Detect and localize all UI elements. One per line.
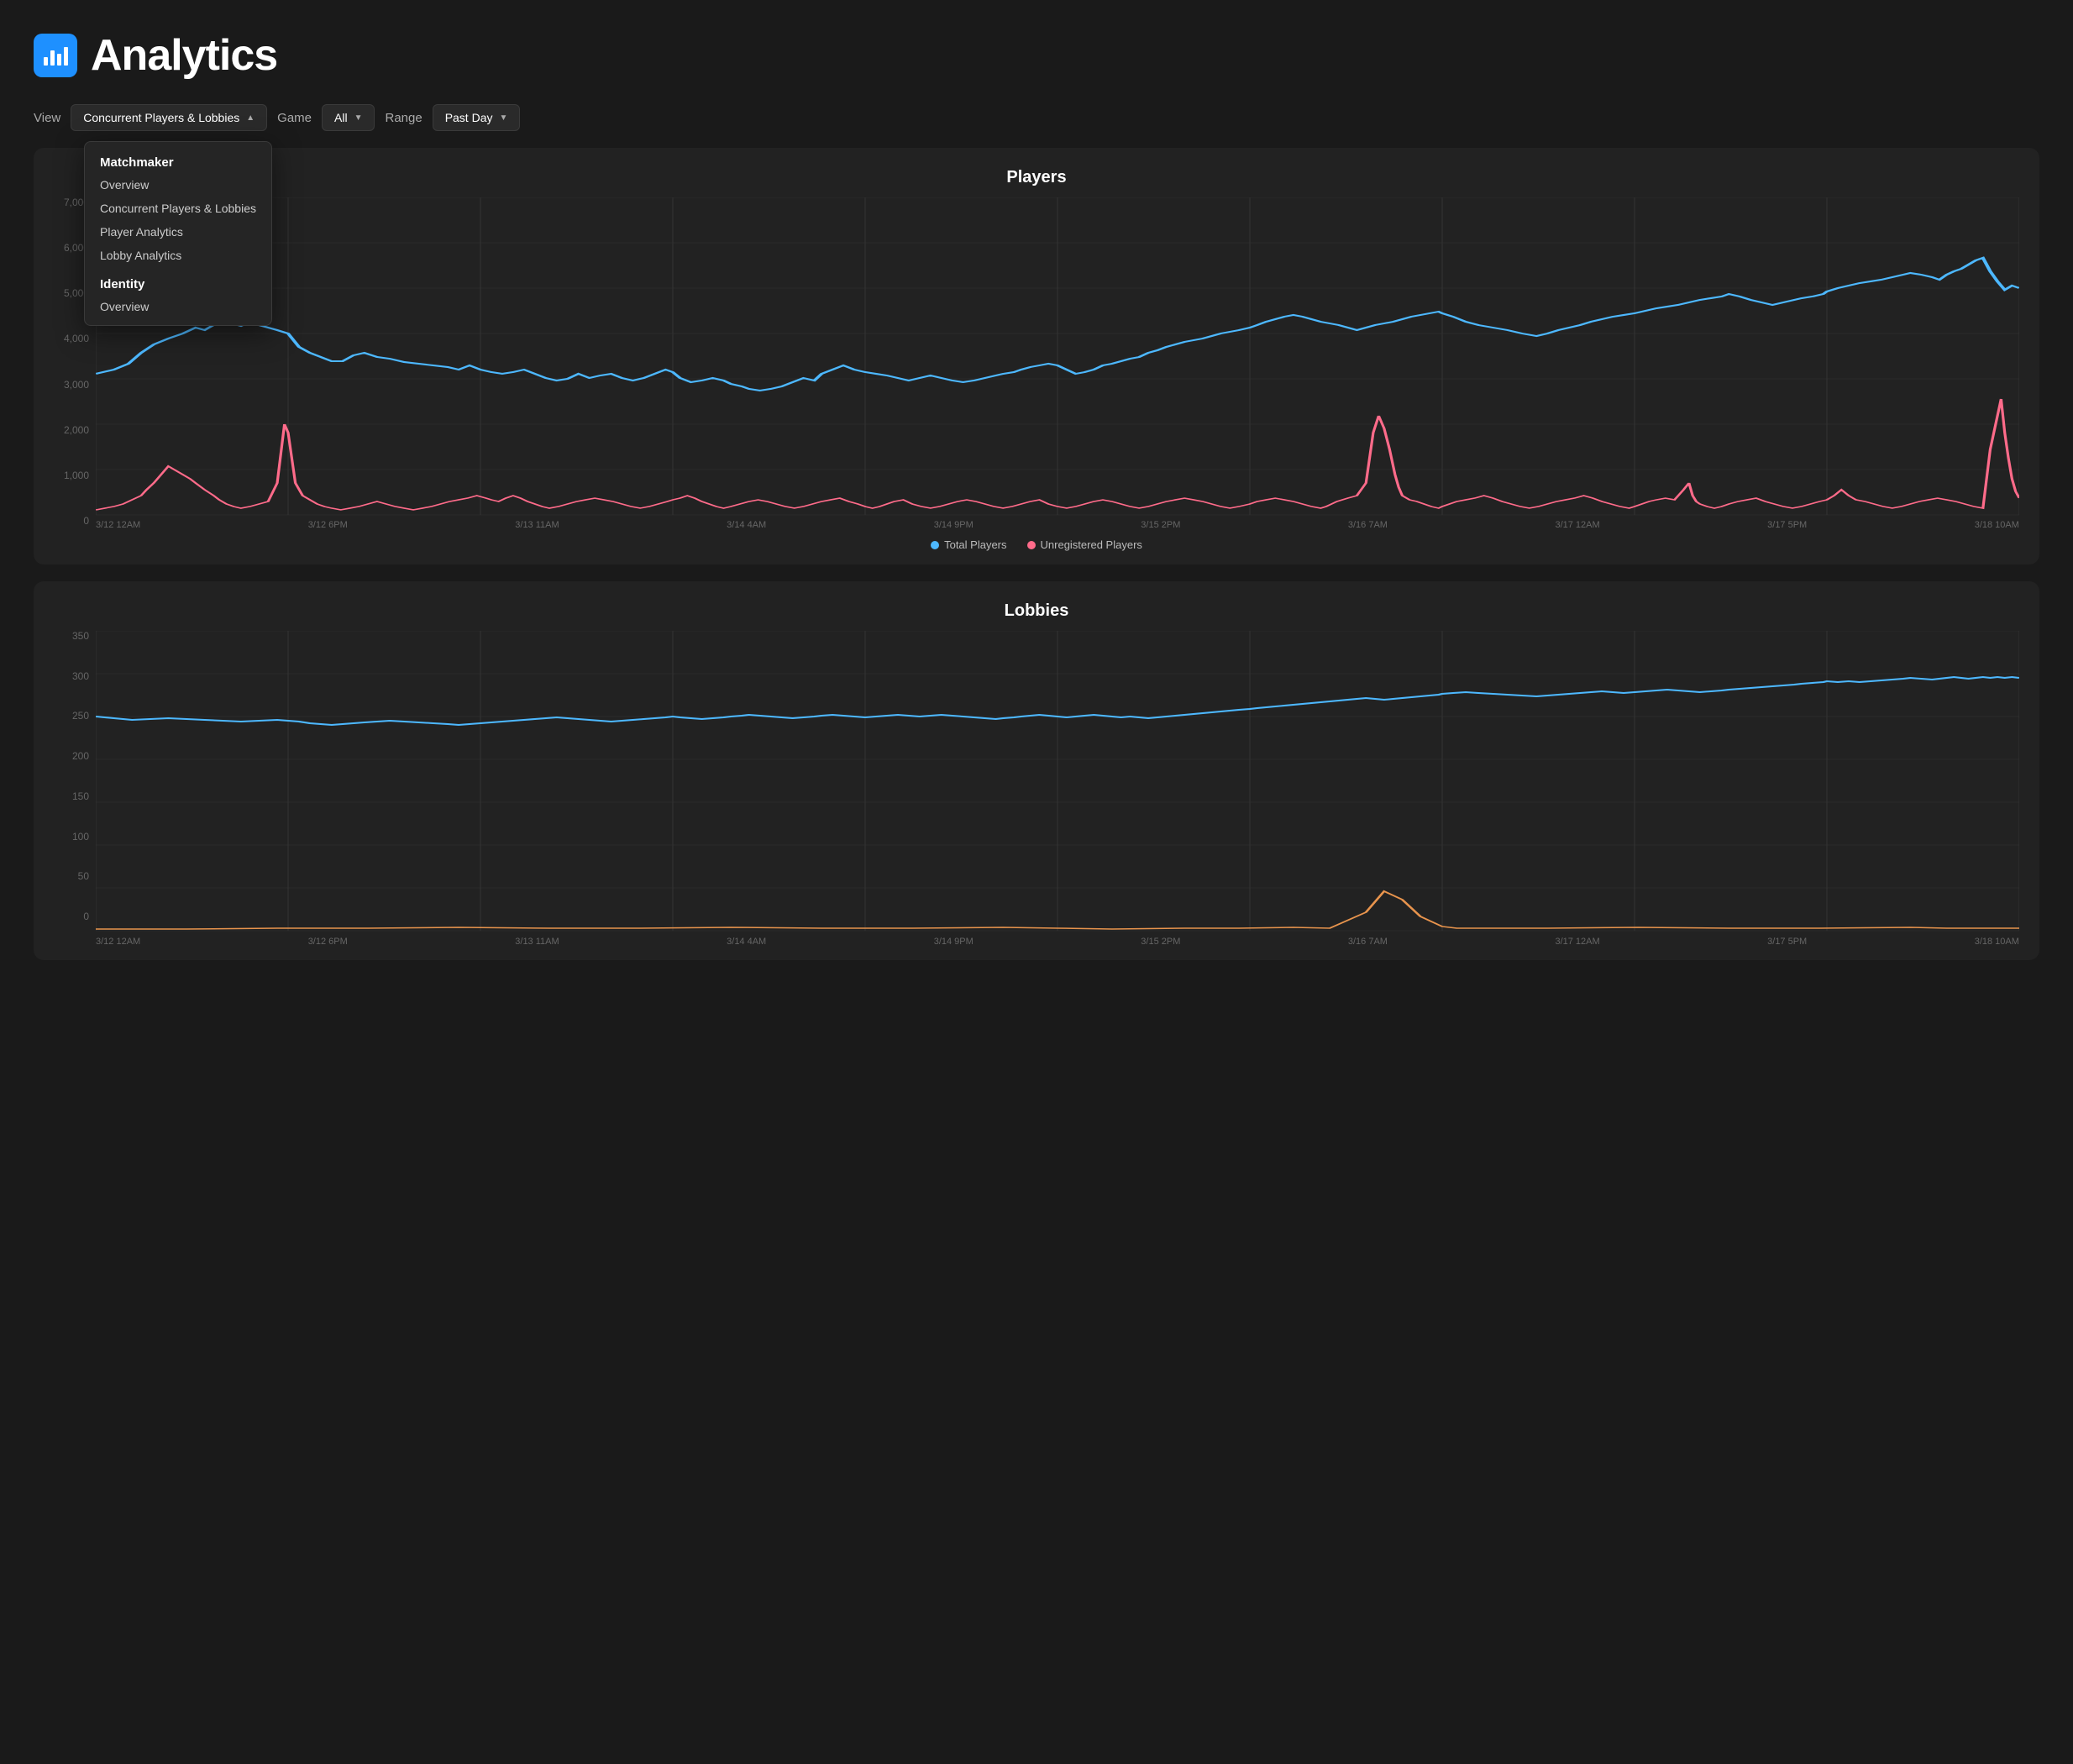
lobbies-chart-card: Lobbies 350 300 250 200 150 100 50 0 <box>34 581 2039 960</box>
lx-label-9: 3/17 5PM <box>1767 937 1807 947</box>
chevron-down-icon: ▼ <box>354 113 363 123</box>
x-label-5: 3/14 9PM <box>934 520 974 530</box>
lobbies-svg <box>96 631 2019 933</box>
y-label-0: 0 <box>83 516 89 526</box>
players-x-axis: 3/12 12AM 3/12 6PM 3/13 11AM 3/14 4AM 3/… <box>96 520 2019 530</box>
range-label: Range <box>385 111 422 125</box>
chevron-down-icon-2: ▼ <box>500 113 508 123</box>
players-chart-title: Players <box>54 168 2019 187</box>
charts-container: Players 7,000 6,000 5,000 4,000 3,000 2,… <box>0 148 2073 977</box>
x-label-9: 3/17 5PM <box>1767 520 1807 530</box>
game-dropdown-value: All <box>334 111 348 124</box>
x-label-6: 3/15 2PM <box>1141 520 1180 530</box>
players-chart-card: Players 7,000 6,000 5,000 4,000 3,000 2,… <box>34 148 2039 564</box>
y-label-50: 50 <box>78 871 89 881</box>
x-label-8: 3/17 12AM <box>1555 520 1599 530</box>
y-label-2000: 2,000 <box>64 425 89 435</box>
unregistered-players-label: Unregistered Players <box>1041 538 1142 551</box>
lx-label-2: 3/12 6PM <box>308 937 348 947</box>
dropdown-item-overview-1[interactable]: Overview <box>85 173 271 197</box>
players-legend: Total Players Unregistered Players <box>54 538 2019 551</box>
dropdown-item-player-analytics[interactable]: Player Analytics <box>85 220 271 244</box>
unregistered-players-dot <box>1027 541 1036 549</box>
lobbies-x-axis: 3/12 12AM 3/12 6PM 3/13 11AM 3/14 4AM 3/… <box>96 937 2019 947</box>
x-label-7: 3/16 7AM <box>1348 520 1388 530</box>
lx-label-8: 3/17 12AM <box>1555 937 1599 947</box>
y-label-1000: 1,000 <box>64 470 89 480</box>
view-dropdown-menu: Matchmaker Overview Concurrent Players &… <box>84 141 272 326</box>
y-label-150: 150 <box>72 791 89 801</box>
game-label: Game <box>277 111 312 125</box>
view-dropdown-button[interactable]: Concurrent Players & Lobbies ▲ <box>71 104 267 131</box>
lx-label-4: 3/14 4AM <box>727 937 766 947</box>
identity-section-title: Identity <box>85 274 271 295</box>
x-label-3: 3/13 11AM <box>515 520 559 530</box>
toolbar: View Concurrent Players & Lobbies ▲ Game… <box>0 104 2073 148</box>
view-dropdown-value: Concurrent Players & Lobbies <box>83 111 239 124</box>
chevron-up-icon: ▲ <box>246 113 255 123</box>
range-dropdown-button[interactable]: Past Day ▼ <box>433 104 521 131</box>
legend-total-players: Total Players <box>931 538 1006 551</box>
players-chart-area: 7,000 6,000 5,000 4,000 3,000 2,000 1,00… <box>54 197 2019 551</box>
x-label-2: 3/12 6PM <box>308 520 348 530</box>
x-label-10: 3/18 10AM <box>1975 520 2019 530</box>
view-label: View <box>34 111 60 125</box>
total-players-dot <box>931 541 939 549</box>
dropdown-item-concurrent[interactable]: Concurrent Players & Lobbies <box>85 197 271 220</box>
y-label-200: 200 <box>72 751 89 761</box>
y-label-250: 250 <box>72 711 89 721</box>
lobbies-chart-area: 350 300 250 200 150 100 50 0 <box>54 631 2019 947</box>
y-label-100: 100 <box>72 832 89 842</box>
page-title: Analytics <box>91 30 277 81</box>
y-label-l0: 0 <box>83 911 89 921</box>
lx-label-1: 3/12 12AM <box>96 937 140 947</box>
lobbies-y-axis: 350 300 250 200 150 100 50 0 <box>54 631 96 921</box>
lx-label-3: 3/13 11AM <box>515 937 559 947</box>
lobbies-chart-title: Lobbies <box>54 601 2019 621</box>
dropdown-item-overview-2[interactable]: Overview <box>85 295 271 318</box>
lx-label-7: 3/16 7AM <box>1348 937 1388 947</box>
y-label-350: 350 <box>72 631 89 641</box>
lx-label-6: 3/15 2PM <box>1141 937 1180 947</box>
players-svg-wrapper <box>96 197 2019 517</box>
x-label-4: 3/14 4AM <box>727 520 766 530</box>
lx-label-10: 3/18 10AM <box>1975 937 2019 947</box>
y-label-300: 300 <box>72 671 89 681</box>
y-label-3000: 3,000 <box>64 380 89 390</box>
analytics-icon <box>34 34 77 77</box>
y-label-4000: 4,000 <box>64 333 89 344</box>
range-dropdown-value: Past Day <box>445 111 493 124</box>
players-svg <box>96 197 2019 517</box>
game-dropdown-button[interactable]: All ▼ <box>322 104 375 131</box>
total-players-label: Total Players <box>944 538 1006 551</box>
x-label-1: 3/12 12AM <box>96 520 140 530</box>
lobbies-svg-wrapper <box>96 631 2019 933</box>
matchmaker-section-title: Matchmaker <box>85 152 271 173</box>
dropdown-item-lobby-analytics[interactable]: Lobby Analytics <box>85 244 271 267</box>
lx-label-5: 3/14 9PM <box>934 937 974 947</box>
page-header: Analytics <box>0 0 2073 104</box>
legend-unregistered-players: Unregistered Players <box>1027 538 1142 551</box>
